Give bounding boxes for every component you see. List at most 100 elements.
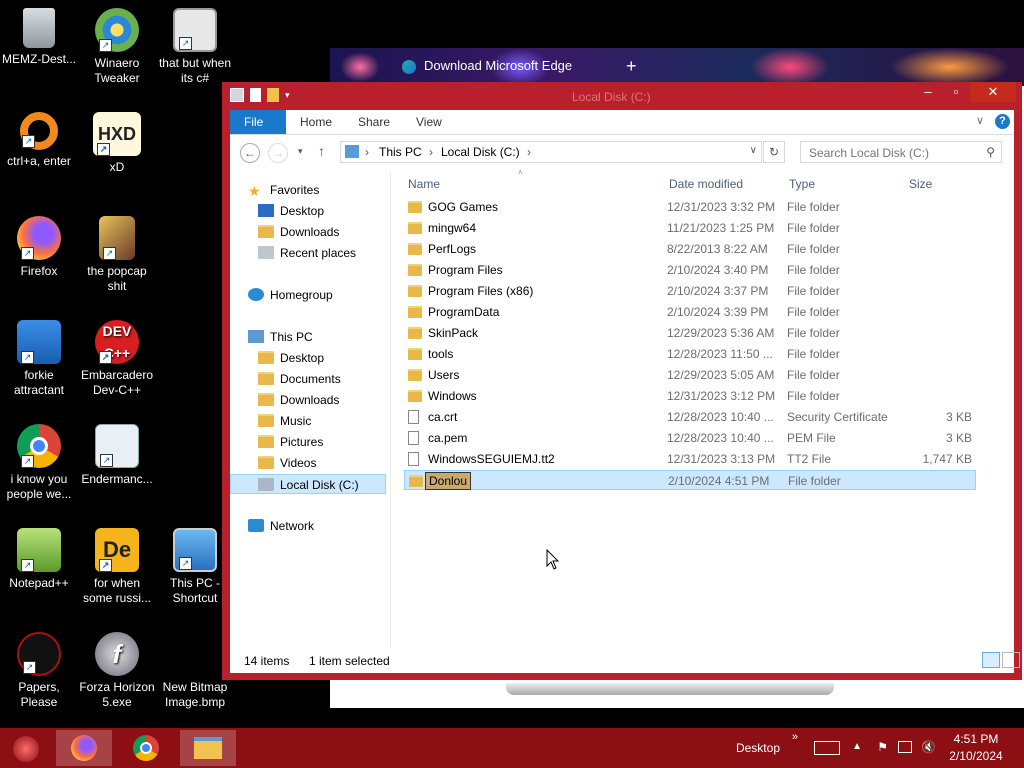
keyboard-icon[interactable]	[814, 741, 840, 755]
volume-muted-icon[interactable]: 🔇	[921, 740, 936, 754]
column-header-date[interactable]: Date modified	[669, 177, 743, 195]
nav-pc-videos[interactable]: Videos	[258, 453, 316, 473]
large-icons-view-icon[interactable]	[1002, 652, 1020, 668]
desktop-icon-winaero[interactable]: ↗ Winaero Tweaker	[78, 8, 156, 86]
search-input[interactable]	[807, 143, 981, 163]
desktop-icon-that-but-when[interactable]: ↗ that but when its c#	[156, 8, 234, 86]
nav-fav-downloads[interactable]: Downloads	[258, 222, 339, 242]
breadcrumb-this-pc[interactable]: This PC	[379, 145, 422, 159]
taskbar-firefox[interactable]	[56, 730, 112, 766]
close-button[interactable]: ✕	[970, 82, 1016, 102]
column-header-size[interactable]: Size	[909, 177, 932, 195]
taskbar-chrome[interactable]	[118, 730, 174, 766]
nav-pc-local-disk[interactable]: Local Disk (C:)	[230, 474, 386, 494]
file-explorer-window[interactable]: ▾ Local Disk (C:) – ▫ ✕ File Home Share …	[222, 82, 1022, 680]
address-dropdown-icon[interactable]: ∨	[750, 145, 757, 156]
desktop-icon-papers-please[interactable]: ↗ Papers, Please	[0, 632, 78, 710]
desktop-icon-devcpp[interactable]: DEV C++ ↗ Embarcadero Dev-C++	[78, 320, 156, 398]
breadcrumb-separator-icon[interactable]: ›	[527, 145, 531, 159]
tab-file[interactable]: File	[230, 110, 286, 134]
browser-tab-title[interactable]: Download Microsoft Edge	[424, 58, 572, 73]
table-row[interactable]: Windows 12/31/2023 3:12 PM File folder	[404, 386, 976, 406]
table-row[interactable]: Program Files 2/10/2024 3:40 PM File folde…	[404, 260, 976, 280]
breadcrumb-separator-icon[interactable]: ›	[365, 145, 369, 159]
table-row[interactable]: WindowsSEGUIEMJ.tt2 12/31/2023 3:13 PM TT2…	[404, 449, 976, 469]
column-header-name[interactable]: Name	[408, 177, 440, 195]
table-row[interactable]: tools 12/28/2023 11:50 ... File folder	[404, 344, 976, 364]
explorer-titlebar[interactable]: ▾ Local Disk (C:) – ▫ ✕	[222, 82, 1022, 110]
back-button[interactable]: ←	[240, 143, 260, 163]
tab-home[interactable]: Home	[286, 110, 346, 134]
new-tab-icon[interactable]: +	[626, 56, 637, 77]
clock-time[interactable]: 4:51 PM	[950, 732, 1002, 746]
new-folder-icon[interactable]	[267, 88, 279, 102]
table-row[interactable]: mingw64 11/21/2023 1:25 PM File folder	[404, 218, 976, 238]
nav-this-pc[interactable]: This PC	[248, 327, 313, 347]
rename-input[interactable]: Donlou	[425, 472, 472, 490]
search-box[interactable]: ⚲	[800, 141, 1002, 163]
desktop-icon-i-know-you[interactable]: ↗ i know you people we...	[0, 424, 78, 502]
recent-locations-icon[interactable]: ▾	[298, 146, 303, 157]
details-view-icon[interactable]	[982, 652, 1000, 668]
edge-icon[interactable]	[402, 60, 416, 74]
nav-pc-music[interactable]: Music	[258, 411, 311, 431]
up-button[interactable]: ↑	[318, 143, 325, 159]
properties-icon[interactable]	[250, 88, 261, 102]
desktop-icon-label: Papers, Please	[18, 680, 60, 709]
maximize-button[interactable]: ▫	[942, 82, 970, 102]
network-tray-icon[interactable]	[898, 741, 912, 753]
table-row[interactable]: ca.crt 12/28/2023 10:40 ... Security Certi…	[404, 407, 976, 427]
tab-view[interactable]: View	[402, 110, 456, 134]
drive-icon[interactable]	[230, 88, 244, 102]
nav-homegroup[interactable]: Homegroup	[248, 285, 333, 305]
table-row[interactable]: ProgramData 2/10/2024 3:39 PM File folder	[404, 302, 976, 322]
action-center-flag-icon[interactable]: ⚑	[877, 740, 888, 754]
table-row[interactable]: SkinPack 12/29/2023 5:36 AM File folder	[404, 323, 976, 343]
nav-pc-pictures[interactable]: Pictures	[258, 432, 323, 452]
address-bar[interactable]: › This PC › Local Disk (C:) › ∨	[340, 141, 762, 163]
show-hidden-icons-icon[interactable]: ▲	[852, 741, 862, 752]
nav-network[interactable]: Network	[248, 516, 314, 536]
clock-date[interactable]: 2/10/2024	[944, 749, 1008, 763]
desktop-icon-memz[interactable]: MEMZ-Dest...	[0, 8, 78, 67]
desktop-icon-firefox[interactable]: ↗ Firefox	[0, 216, 78, 279]
desktop-icon-forkie[interactable]: ↗ forkie attractant	[0, 320, 78, 398]
nav-pc-downloads[interactable]: Downloads	[258, 390, 339, 410]
desktop-icon-endermanch[interactable]: ↗ Endermanc...	[78, 424, 156, 487]
taskbar-file-explorer[interactable]	[180, 730, 236, 766]
expand-ribbon-icon[interactable]: ∨	[976, 114, 984, 127]
network-icon	[248, 519, 264, 532]
nav-favorites[interactable]: ★ Favorites	[248, 180, 319, 200]
refresh-button[interactable]: ↻	[763, 141, 785, 163]
forward-button[interactable]: →	[268, 143, 288, 163]
table-row-selected[interactable]: Donlou 2/10/2024 4:51 PM File folder	[404, 470, 976, 490]
desktop-icon-notepadpp[interactable]: ↗ Notepad++	[0, 528, 78, 591]
help-icon[interactable]: ?	[995, 114, 1010, 129]
table-row[interactable]: Users 12/29/2023 5:05 AM File folder	[404, 365, 976, 385]
nav-fav-recent[interactable]: Recent places	[258, 243, 356, 263]
table-row[interactable]: PerfLogs 8/22/2013 8:22 AM File folder	[404, 239, 976, 259]
tab-share[interactable]: Share	[344, 110, 404, 134]
start-button[interactable]	[0, 730, 52, 766]
desktop-icon-forza[interactable]: f Forza Horizon 5.exe	[78, 632, 156, 710]
desktop-icon-label: ctrl+a, enter	[7, 154, 71, 168]
minimize-button[interactable]: –	[914, 82, 942, 102]
desktop-icon-popcap[interactable]: ↗ the popcap shit	[78, 216, 156, 294]
desktop-toolbar-label[interactable]: Desktop	[736, 741, 780, 755]
nav-pc-documents[interactable]: Documents	[258, 369, 341, 389]
file-list[interactable]: ˄ Name Date modified Type Size GOG Games…	[398, 168, 1008, 649]
nav-pc-desktop[interactable]: Desktop	[258, 348, 324, 368]
desktop-icon-for-when[interactable]: De ↗ for when some russi...	[78, 528, 156, 606]
breadcrumb-local-disk[interactable]: Local Disk (C:)	[441, 145, 520, 159]
breadcrumb-separator-icon[interactable]: ›	[429, 145, 433, 159]
table-row[interactable]: GOG Games 12/31/2023 3:32 PM File folder	[404, 197, 976, 217]
toolbar-expand-icon[interactable]: »	[792, 731, 798, 743]
nav-fav-desktop[interactable]: Desktop	[258, 201, 324, 221]
search-icon[interactable]: ⚲	[986, 145, 995, 159]
table-row[interactable]: ca.pem 12/28/2023 10:40 ... PEM File 3 KB	[404, 428, 976, 448]
column-header-type[interactable]: Type	[789, 177, 815, 195]
desktop-icon-ctrl-a[interactable]: ↗ ctrl+a, enter	[0, 112, 78, 169]
customize-toolbar-icon[interactable]: ▾	[285, 90, 290, 101]
table-row[interactable]: Program Files (x86) 2/10/2024 3:37 PM File…	[404, 281, 976, 301]
desktop-icon-xd[interactable]: HXD ↗ xD	[78, 112, 156, 175]
